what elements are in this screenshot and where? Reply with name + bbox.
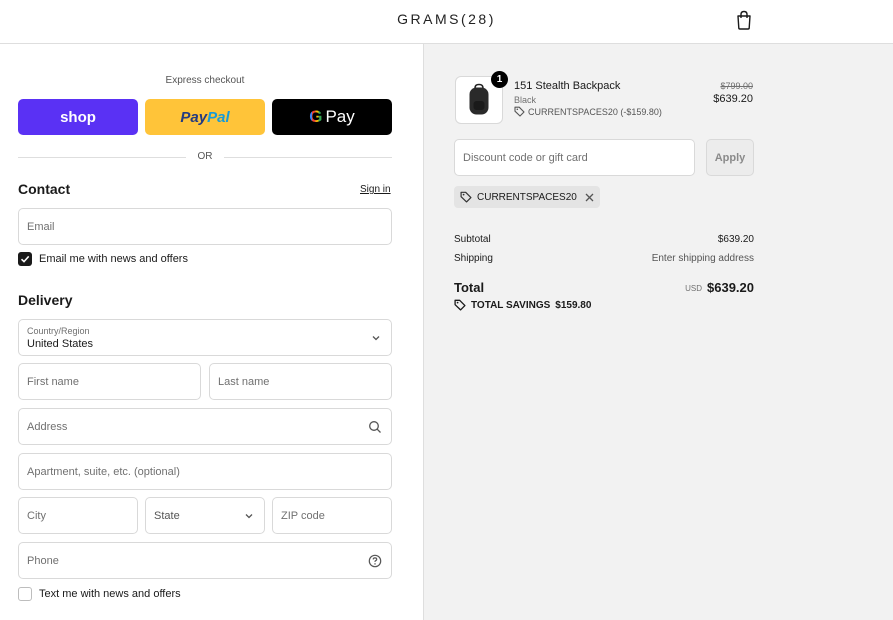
phone-field[interactable]: [18, 542, 392, 579]
subtotal-label: Subtotal: [454, 234, 491, 245]
contact-heading: Contact: [18, 181, 71, 197]
checkbox-checked-icon[interactable]: [18, 252, 32, 266]
paypal-logo-pal: Pal: [207, 108, 230, 126]
chevron-down-icon: [245, 514, 253, 519]
apartment-input[interactable]: [19, 454, 391, 489]
checkbox-unchecked-icon[interactable]: [18, 587, 32, 601]
backpack-image: [469, 83, 489, 115]
product-price: $639.20: [713, 93, 753, 105]
total-label: Total: [454, 280, 485, 295]
quantity-badge: 1: [491, 71, 508, 88]
or-divider: OR: [18, 150, 392, 164]
tag-icon: [460, 191, 472, 203]
chevron-down-icon: [372, 336, 380, 341]
first-name-input[interactable]: [19, 364, 200, 399]
close-icon[interactable]: [585, 193, 594, 202]
applied-discount-code: CURRENTSPACES20: [477, 191, 577, 203]
product-discount: CURRENTSPACES20 (-$159.80): [514, 106, 662, 117]
checkout-form: Express checkout shop Pay Pal G Pay OR Co…: [0, 44, 423, 620]
last-name-field[interactable]: [209, 363, 392, 400]
express-checkout-label: Express checkout: [165, 75, 245, 86]
paypal-logo-pay: Pay: [180, 108, 208, 126]
country-value: United States: [27, 338, 94, 350]
product-variant: Black: [514, 95, 537, 105]
product-name: 151 Stealth Backpack: [514, 80, 621, 92]
google-g-icon: G: [309, 107, 323, 126]
brand-logo[interactable]: GRAMS(28): [0, 11, 893, 27]
email-field[interactable]: [18, 208, 392, 245]
site-header: GRAMS(28): [0, 0, 893, 44]
google-pay-button[interactable]: G Pay: [272, 99, 392, 135]
search-icon: [369, 421, 381, 433]
last-name-input[interactable]: [210, 364, 391, 399]
savings-value: $159.80: [555, 299, 592, 311]
paypal-button[interactable]: Pay Pal: [145, 99, 265, 135]
shop-pay-logo: shop: [60, 108, 96, 126]
product-discount-text: CURRENTSPACES20 (-$159.80): [528, 106, 662, 117]
newsletter-label: Email me with news and offers: [39, 253, 188, 265]
country-label: Country/Region: [27, 326, 90, 336]
google-pay-label: Pay: [325, 107, 355, 126]
discount-code-input[interactable]: [455, 140, 694, 175]
applied-discount-chip: CURRENTSPACES20: [454, 186, 600, 208]
country-select[interactable]: Country/Region United States: [18, 319, 392, 356]
sms-newsletter-checkbox[interactable]: Text me with news and offers: [18, 587, 181, 601]
delivery-heading: Delivery: [18, 292, 73, 308]
total-value: $639.20: [707, 280, 754, 295]
divider-line-right: [224, 157, 392, 158]
total-savings: TOTAL SAVINGS $159.80: [454, 299, 591, 311]
tag-icon: [454, 299, 466, 311]
subtotal-value: $639.20: [717, 234, 754, 245]
zip-input[interactable]: [273, 498, 391, 533]
discount-code-field[interactable]: [454, 139, 695, 176]
zip-field[interactable]: [272, 497, 392, 534]
address-field[interactable]: [18, 408, 392, 445]
apartment-field[interactable]: [18, 453, 392, 490]
help-circle-icon[interactable]: [368, 554, 382, 568]
shipping-value: Enter shipping address: [651, 253, 754, 264]
order-summary: 1 151 Stealth Backpack Black CURRENTSPAC…: [423, 44, 893, 620]
address-input[interactable]: [19, 409, 391, 444]
savings-label: TOTAL SAVINGS: [471, 299, 551, 311]
state-placeholder: State: [154, 510, 180, 522]
shipping-row: Shipping Enter shipping address: [454, 253, 754, 267]
first-name-field[interactable]: [18, 363, 201, 400]
email-newsletter-checkbox[interactable]: Email me with news and offers: [18, 252, 188, 266]
tag-icon: [514, 106, 525, 117]
apply-button[interactable]: Apply: [706, 139, 754, 176]
city-field[interactable]: [18, 497, 138, 534]
shipping-label: Shipping: [454, 253, 493, 264]
currency-code: USD: [685, 284, 702, 293]
shop-pay-button[interactable]: shop: [18, 99, 138, 135]
subtotal-row: Subtotal $639.20: [454, 234, 754, 248]
city-input[interactable]: [19, 498, 137, 533]
shopping-bag-icon[interactable]: [735, 10, 753, 30]
state-select[interactable]: State: [145, 497, 265, 534]
sign-in-link[interactable]: Sign in: [360, 184, 391, 195]
original-price: $799.00: [720, 81, 753, 91]
phone-input[interactable]: [19, 543, 391, 578]
total-row: Total USD $639.20: [454, 280, 754, 298]
sms-label: Text me with news and offers: [39, 588, 181, 600]
email-input[interactable]: [19, 209, 391, 244]
